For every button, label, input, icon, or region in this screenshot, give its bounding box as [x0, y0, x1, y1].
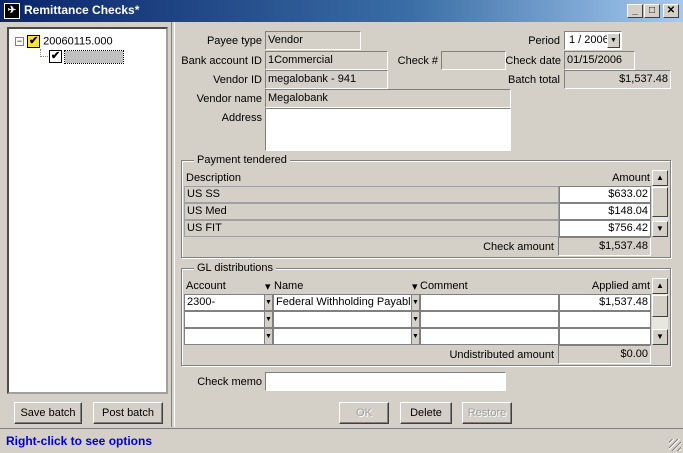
tree-node-label-selected[interactable]	[64, 49, 125, 64]
dropdown-icon[interactable]: ▼	[264, 295, 272, 310]
undistributed-amount-field: $0.00	[558, 345, 651, 364]
tree-node-root[interactable]: − ✔ 20060115.000	[15, 35, 113, 48]
payment-row-amount[interactable]: $148.04	[559, 203, 651, 220]
check-memo-label: Check memo	[197, 376, 262, 388]
scroll-thumb[interactable]	[652, 187, 668, 217]
vendor-name-label: Vendor name	[196, 93, 262, 105]
payment-tendered-title: Payment tendered	[194, 154, 290, 166]
payment-row-amount[interactable]: $756.42	[559, 220, 651, 237]
gl-account-cell[interactable]: 2300-	[184, 294, 273, 311]
status-bar: Right-click to see options	[0, 428, 683, 453]
dropdown-icon[interactable]: ▼	[411, 312, 419, 327]
undistributed-amount-label: Undistributed amount	[449, 349, 554, 361]
check-number-field[interactable]	[441, 51, 506, 70]
post-batch-button[interactable]: Post batch	[93, 402, 163, 424]
payment-col-amount: Amount	[612, 172, 650, 184]
check-amount-label: Check amount	[483, 241, 554, 253]
gl-distributions-title: GL distributions	[194, 262, 277, 274]
period-select[interactable]: 1 / 2006 ▼	[564, 31, 622, 50]
batch-total-field: $1,537.48	[564, 70, 671, 89]
address-textarea[interactable]	[265, 108, 511, 151]
payee-type-label: Payee type	[206, 35, 262, 47]
restore-button[interactable]: Restore	[462, 402, 512, 424]
gl-comment-cell[interactable]	[420, 294, 559, 311]
checkbox-icon[interactable]: ✔	[27, 35, 41, 48]
window-title: Remittance Checks*	[24, 3, 140, 17]
gl-comment-cell[interactable]	[420, 311, 559, 328]
status-text: Right-click to see options	[6, 434, 153, 448]
gl-col-name: Name	[274, 280, 304, 292]
gl-name-cell[interactable]	[273, 311, 420, 328]
vendor-name-field[interactable]: Megalobank	[265, 89, 511, 108]
scroll-down-icon[interactable]: ▼	[652, 329, 668, 345]
gl-col-applied: Applied amt	[591, 280, 650, 292]
gl-col-account-sort[interactable]: ▾	[265, 280, 271, 293]
app-icon: ✈	[4, 3, 20, 19]
maximize-button[interactable]: □	[644, 4, 660, 18]
payment-col-description: Description	[186, 172, 242, 184]
payment-row-description: US SS	[184, 186, 559, 203]
minimize-button[interactable]: _	[627, 4, 643, 18]
gl-name-cell[interactable]	[273, 328, 420, 345]
gl-applied-cell[interactable]: $1,537.48	[559, 294, 651, 311]
scroll-down-icon[interactable]: ▼	[652, 221, 668, 237]
splitter[interactable]	[171, 22, 175, 427]
dropdown-icon[interactable]: ▼	[264, 329, 272, 344]
save-batch-button[interactable]: Save batch	[14, 402, 82, 424]
vendor-id-label: Vendor ID	[213, 74, 262, 86]
dropdown-icon[interactable]: ▼	[411, 295, 419, 310]
delete-button[interactable]: Delete	[400, 402, 452, 424]
scroll-up-icon[interactable]: ▲	[652, 170, 668, 186]
scroll-up-icon[interactable]: ▲	[652, 278, 668, 294]
gl-account-cell[interactable]	[184, 311, 273, 328]
dropdown-icon[interactable]: ▼	[607, 33, 620, 48]
tree-connector	[40, 49, 48, 57]
payment-row-amount[interactable]: $633.02	[559, 186, 651, 203]
tree-node-label: 20060115.000	[43, 35, 113, 48]
gl-comment-cell[interactable]	[420, 328, 559, 345]
gl-col-account: Account	[186, 280, 226, 292]
check-date-label: Check date	[505, 55, 561, 67]
ok-button[interactable]: OK	[339, 402, 389, 424]
dropdown-icon[interactable]: ▼	[411, 329, 419, 344]
payment-row-description: US Med	[184, 203, 559, 220]
payment-row-description: US FIT	[184, 220, 559, 237]
check-date-field[interactable]: 01/15/2006	[564, 51, 635, 70]
check-amount-field: $1,537.48	[558, 237, 651, 256]
address-label: Address	[221, 112, 262, 124]
gl-name-cell[interactable]: Federal Withholding Payable	[273, 294, 420, 311]
scroll-thumb[interactable]	[652, 295, 668, 317]
payment-scrollbar[interactable]: ▲ ▼	[652, 170, 668, 237]
period-value: 1 / 2006	[569, 34, 609, 46]
dropdown-icon[interactable]: ▼	[264, 312, 272, 327]
close-button[interactable]: ✕	[663, 4, 679, 18]
gl-scrollbar[interactable]: ▲ ▼	[652, 278, 668, 345]
resize-grip-icon[interactable]	[669, 439, 681, 451]
title-bar[interactable]: ✈ Remittance Checks* _ □ ✕	[0, 0, 683, 22]
gl-account-cell[interactable]	[184, 328, 273, 345]
batch-tree[interactable]: − ✔ 20060115.000 ✔	[7, 27, 168, 394]
collapse-icon[interactable]: −	[15, 37, 24, 46]
vendor-id-field[interactable]: megalobank - 941	[265, 70, 388, 89]
gl-applied-cell[interactable]	[559, 311, 651, 328]
gl-col-comment: Comment	[420, 280, 468, 292]
batch-total-label: Batch total	[508, 74, 560, 86]
payee-type-field[interactable]: Vendor	[265, 31, 361, 50]
checkbox-icon[interactable]: ✔	[49, 50, 62, 63]
gl-col-name-sort[interactable]: ▾	[412, 280, 418, 293]
bank-account-label: Bank account ID	[181, 55, 262, 67]
check-memo-input[interactable]	[265, 372, 506, 391]
gl-applied-cell[interactable]	[559, 328, 651, 345]
bank-account-field[interactable]: 1Commercial	[265, 51, 388, 70]
check-number-label: Check #	[397, 55, 438, 67]
tree-node-check[interactable]: ✔	[49, 49, 125, 64]
period-label: Period	[528, 35, 560, 47]
